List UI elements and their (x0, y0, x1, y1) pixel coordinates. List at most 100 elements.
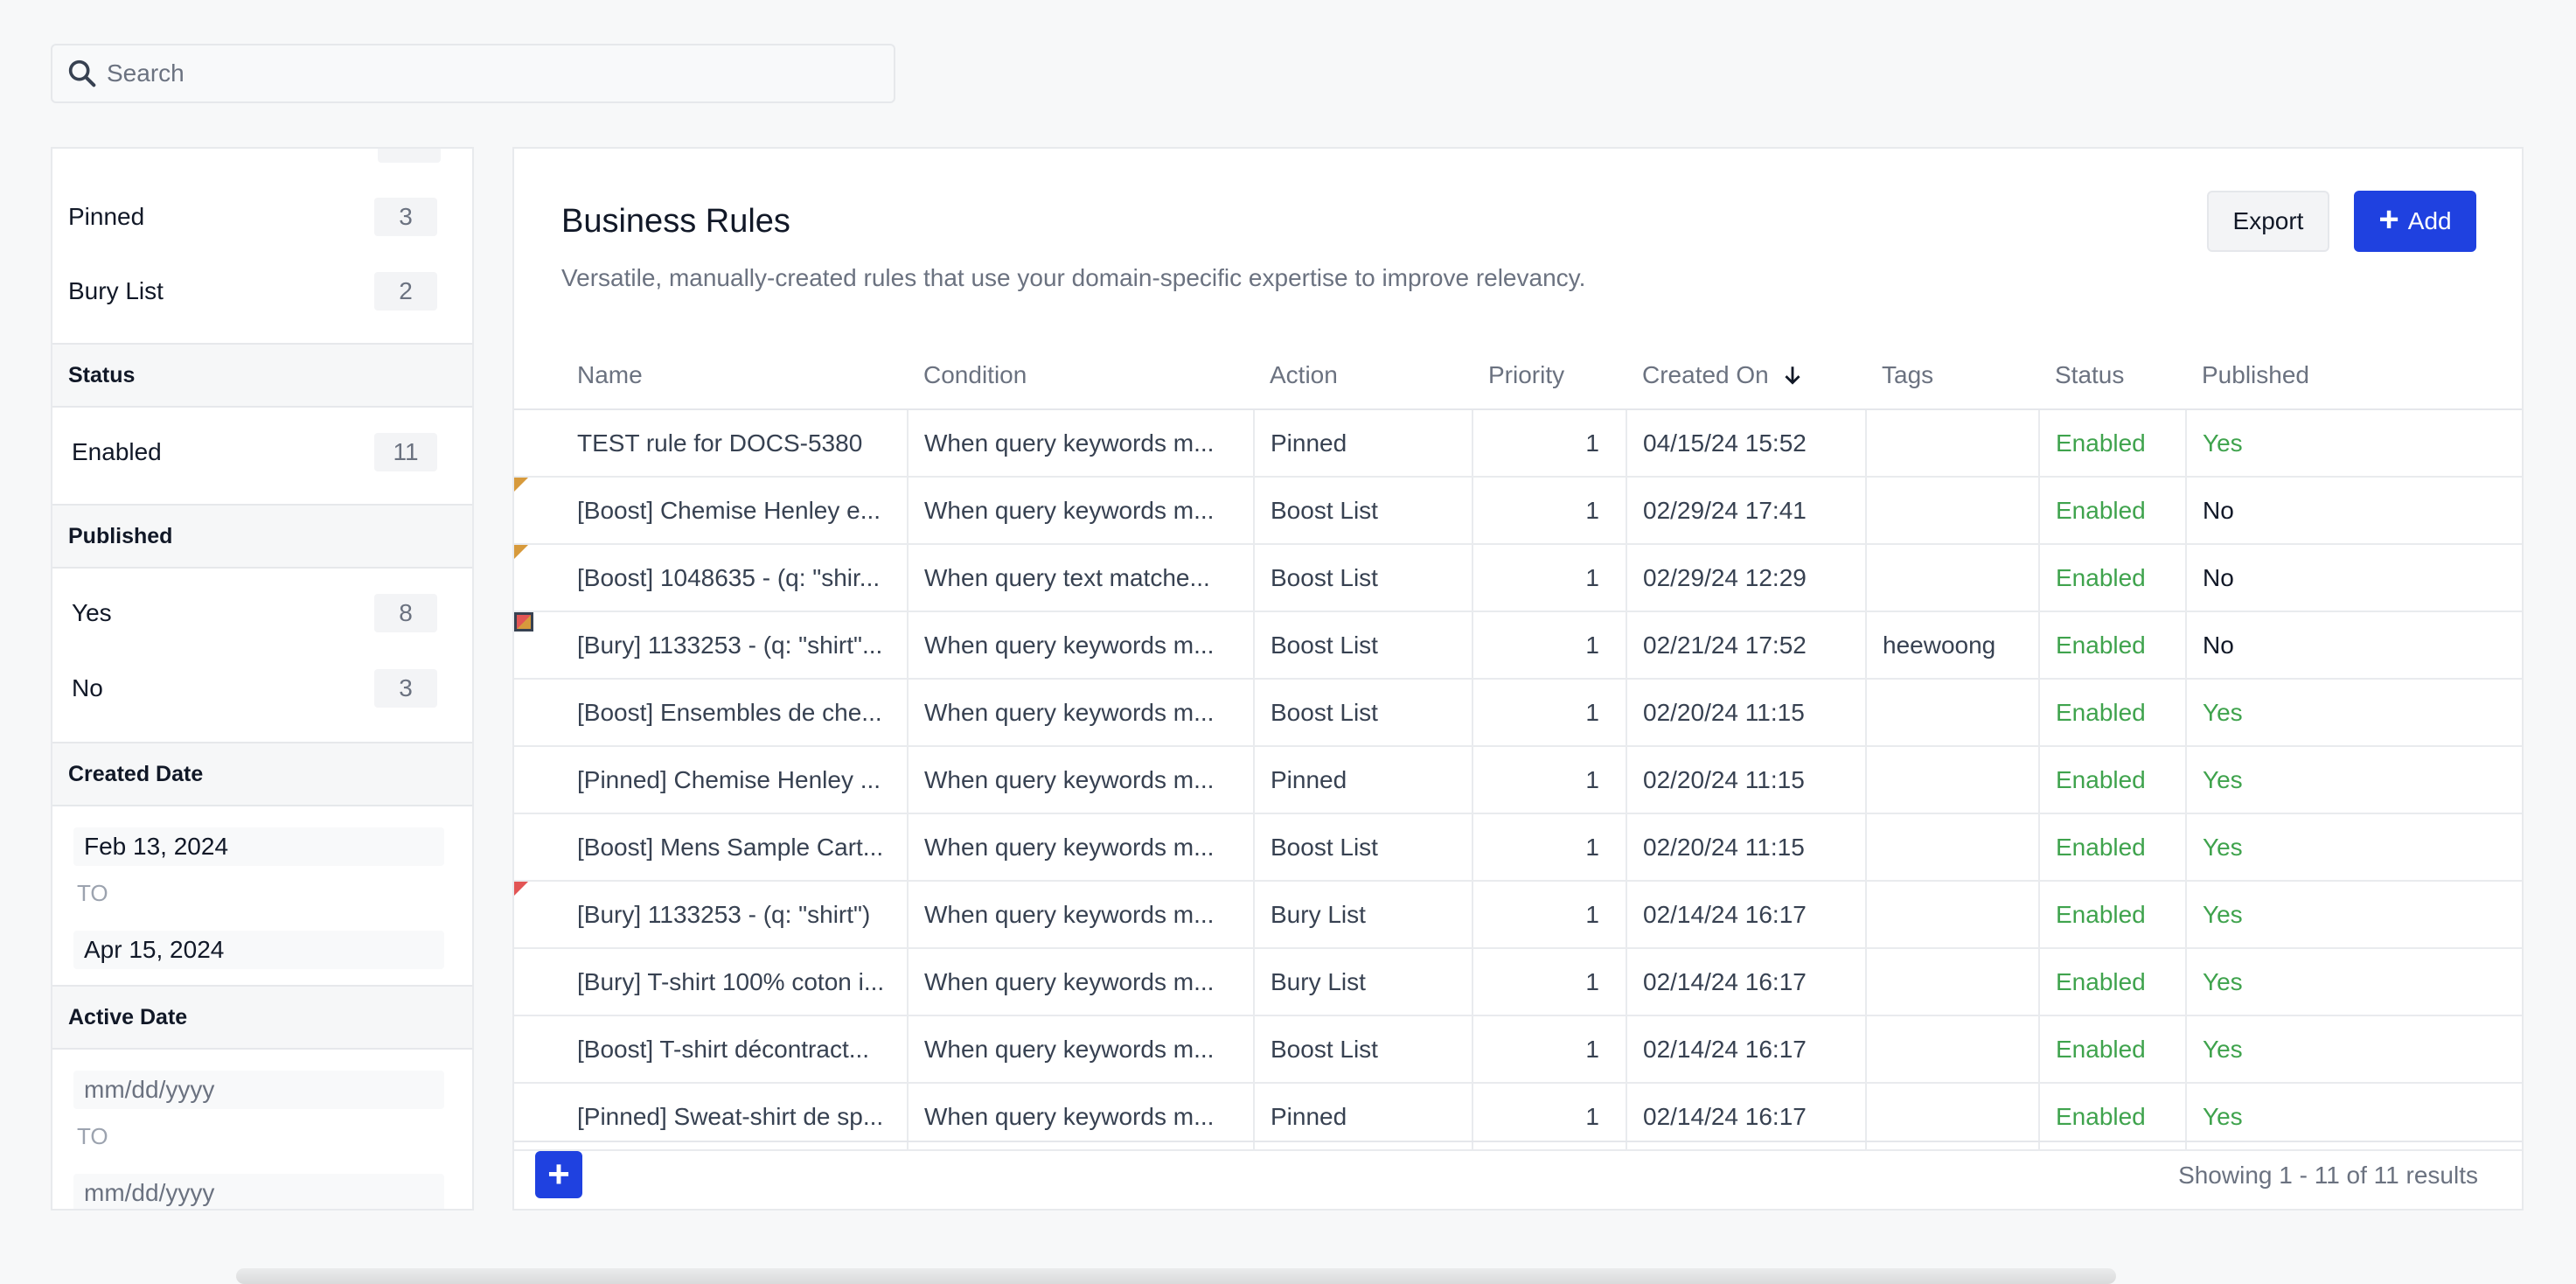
cell-name: [Boost] T-shirt décontract... (514, 1015, 909, 1084)
facet-label: Enabled (72, 438, 162, 465)
cell-name: [Boost] Ensembles de che... (514, 679, 909, 747)
search-input[interactable] (105, 59, 878, 88)
table-row[interactable]: [Pinned] Chemise Henley ... When query ke… (514, 746, 2522, 814)
column-header-created-on-label: Created On (1642, 360, 1769, 388)
cell-tags (1866, 409, 2040, 478)
cell-name: TEST rule for DOCS-5380 (514, 409, 909, 478)
column-header-priority[interactable]: Priority (1472, 341, 1626, 410)
cell-condition: When query keywords m... (908, 1015, 1255, 1084)
section-published: Published (52, 504, 472, 569)
table-footer: + Showing 1 - 11 of 11 results (514, 1141, 2522, 1209)
cell-published: No (2186, 477, 2522, 545)
cell-condition: When query keywords m... (908, 679, 1255, 747)
active-date-from[interactable]: mm/dd/yyyy (73, 1071, 444, 1109)
facet-published-no[interactable]: No 3 (52, 658, 472, 719)
active-date-to[interactable]: mm/dd/yyyy (73, 1174, 444, 1209)
cell-tags (1866, 1015, 2040, 1084)
column-header-created-on[interactable]: Created On (1626, 341, 1866, 410)
cell-created-on: 02/14/24 16:17 (1626, 948, 1867, 1016)
created-date-from[interactable]: Feb 13, 2024 (73, 827, 444, 866)
table-row[interactable]: [Boost] Ensembles de che... When query ke… (514, 679, 2522, 747)
cell-status: Enabled (2039, 544, 2187, 612)
cell-action: Bury List (1254, 881, 1473, 949)
table-row[interactable]: [Bury] 1133253 - (q: "shirt") When query … (514, 881, 2522, 949)
cell-condition: When query keywords m... (908, 746, 1255, 814)
table-row[interactable]: [Boost] T-shirt décontract... When query … (514, 1015, 2522, 1084)
cell-published: No (2186, 544, 2522, 612)
cell-priority: 1 (1472, 881, 1627, 949)
cell-created-on: 02/20/24 11:15 (1626, 813, 1867, 882)
cell-created-on: 04/15/24 15:52 (1626, 409, 1867, 478)
cell-priority: 1 (1472, 611, 1627, 680)
column-header-action[interactable]: Action (1254, 341, 1472, 410)
cell-published: No (2186, 611, 2522, 680)
facet-count: 3 (374, 198, 437, 236)
cell-priority: 1 (1472, 679, 1627, 747)
facet-status-enabled[interactable]: Enabled 11 (52, 422, 472, 483)
cell-action: Pinned (1254, 409, 1473, 478)
cell-published: Yes (2186, 1015, 2522, 1084)
arrow-down-icon (1784, 366, 1800, 385)
filter-sidebar: Pinned 3 Bury List 2 Status Enabled 11 P… (51, 147, 474, 1211)
cell-condition: When query keywords m... (908, 611, 1255, 680)
table-row[interactable]: [Boost] Chemise Henley e... When query ke… (514, 477, 2522, 545)
cell-name: [Pinned] Chemise Henley ... (514, 746, 909, 814)
table-row[interactable]: [Bury] T-shirt 100% coton i... When query… (514, 948, 2522, 1016)
cell-priority: 1 (1472, 409, 1627, 478)
cell-tags (1866, 679, 2040, 747)
window-shadow (236, 1268, 2116, 1284)
cell-condition: When query keywords m... (908, 813, 1255, 882)
cell-tags: heewoong (1866, 611, 2040, 680)
created-date-to[interactable]: Apr 15, 2024 (73, 931, 444, 969)
cell-created-on: 02/14/24 16:17 (1626, 1015, 1867, 1084)
cell-action: Boost List (1254, 813, 1473, 882)
column-header-condition[interactable]: Condition (908, 341, 1254, 410)
table-row[interactable]: TEST rule for DOCS-5380 When query keywor… (514, 409, 2522, 478)
cell-status: Enabled (2039, 1015, 2187, 1084)
pagination-info: Showing 1 - 11 of 11 results (2178, 1162, 2478, 1189)
facet-published-yes[interactable]: Yes 8 (52, 583, 472, 644)
cell-published: Yes (2186, 948, 2522, 1016)
column-header-name[interactable]: Name (514, 341, 908, 410)
column-header-status[interactable]: Status (2039, 341, 2186, 410)
section-status: Status (52, 343, 472, 408)
cell-priority: 1 (1472, 477, 1627, 545)
cell-created-on: 02/29/24 17:41 (1626, 477, 1867, 545)
facet-type-pinned[interactable]: Pinned 3 (52, 186, 472, 248)
cell-status: Enabled (2039, 477, 2187, 545)
cell-action: Boost List (1254, 477, 1473, 545)
facet-count: 8 (374, 594, 437, 632)
cell-priority: 1 (1472, 544, 1627, 612)
table-row[interactable]: [Boost] 1048635 - (q: "shir... When query… (514, 544, 2522, 612)
page-subtitle: Versatile, manually-created rules that u… (561, 264, 1586, 291)
cell-condition: When query keywords m... (908, 477, 1255, 545)
cell-name: [Boost] 1048635 - (q: "shir... (514, 544, 909, 612)
add-rule-plus-icon[interactable]: + (535, 1151, 582, 1198)
cell-published: Yes (2186, 881, 2522, 949)
table-row[interactable]: [Boost] Mens Sample Cart... When query ke… (514, 813, 2522, 882)
column-header-published[interactable]: Published (2186, 341, 2522, 410)
search-bar[interactable] (51, 44, 895, 103)
cell-published: Yes (2186, 746, 2522, 814)
export-button[interactable]: Export (2207, 191, 2329, 252)
search-icon (68, 59, 96, 87)
add-button-label: Add (2407, 207, 2452, 234)
cell-tags (1866, 948, 2040, 1016)
cell-name: [Bury] 1133253 - (q: "shirt"... (514, 611, 909, 680)
page-title: Business Rules (561, 203, 790, 240)
facet-label: Pinned (68, 203, 145, 230)
rule-flag-mixed (514, 612, 533, 632)
facet-label: No (72, 674, 103, 701)
cell-condition: When query keywords m... (908, 881, 1255, 949)
table-header-row: Name Condition Action Priority Created O… (514, 341, 2522, 410)
facet-type-bury-list[interactable]: Bury List 2 (52, 261, 472, 322)
add-button[interactable]: + Add (2354, 191, 2476, 252)
cell-condition: When query text matche... (908, 544, 1255, 612)
column-header-tags[interactable]: Tags (1866, 341, 2039, 410)
cell-priority: 1 (1472, 1015, 1627, 1084)
facet-label: Bury List (68, 277, 164, 304)
table-row[interactable]: [Bury] 1133253 - (q: "shirt"... When quer… (514, 611, 2522, 680)
cell-action: Pinned (1254, 746, 1473, 814)
cell-tags (1866, 544, 2040, 612)
cell-name: [Boost] Chemise Henley e... (514, 477, 909, 545)
